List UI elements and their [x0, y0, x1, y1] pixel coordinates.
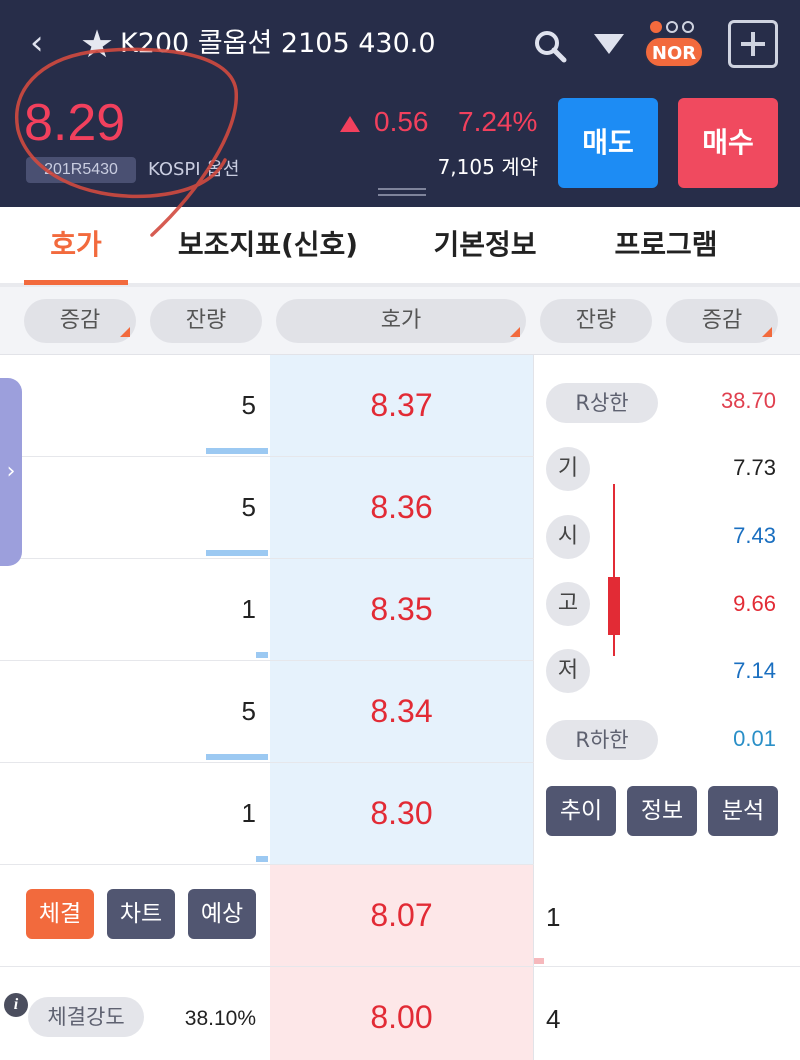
ask-quantity: 1	[241, 798, 256, 828]
mode-badge: NOR	[644, 36, 704, 68]
column-header-row: 증감 잔량 호가 잔량 증감	[0, 287, 800, 355]
tab-order-book[interactable]: 호가	[24, 207, 128, 285]
bid-quantity-bar	[534, 958, 544, 964]
sort-corner-icon	[510, 327, 520, 337]
lower-limit-value: 0.01	[733, 726, 776, 751]
trade-strength-value: 38.10%	[184, 1007, 256, 1030]
column-header-label: 증감	[59, 308, 101, 333]
header-qty-left: 잔량	[150, 299, 262, 343]
buy-button[interactable]: 매수	[678, 98, 778, 188]
mode-dots-icon	[650, 18, 698, 33]
prev-close-label: 기	[546, 447, 590, 491]
bid-quantity: 4	[546, 1004, 561, 1034]
ask-quantity: 1	[241, 594, 256, 624]
lower-limit-label: R하한	[546, 720, 658, 760]
column-header-label: 잔량	[185, 308, 227, 333]
ask-quantity: 5	[241, 492, 256, 522]
ask-price: 8.36	[370, 489, 433, 525]
ask-price: 8.35	[370, 591, 433, 627]
drag-handle-icon[interactable]	[378, 188, 426, 196]
mode-selector[interactable]: NOR	[644, 16, 704, 70]
ask-row[interactable]: 1 8.30	[0, 763, 534, 865]
bid-quantity: 1	[546, 902, 561, 932]
upper-limit-value: 38.70	[720, 388, 776, 413]
tab-basic-info[interactable]: 기본정보	[420, 207, 550, 285]
high-label: 고	[546, 582, 590, 626]
market-label: KOSPI 옵션	[148, 159, 240, 180]
ask-row[interactable]: 1 8.35	[0, 559, 534, 661]
bid-price: 8.07	[370, 897, 433, 933]
low-label: 저	[546, 649, 590, 693]
prev-close-value: 7.73	[733, 455, 776, 480]
app-header: ‹ ★ K200 콜옵션 2105 430.0 NOR 8.29 201R543…	[0, 0, 800, 207]
info-button[interactable]: 정보	[627, 786, 697, 836]
analysis-button[interactable]: 분석	[708, 786, 778, 836]
ask-price: 8.34	[370, 693, 433, 729]
ask-row[interactable]: 5 8.37	[0, 355, 534, 457]
ask-quantity-bar	[256, 652, 268, 658]
search-icon[interactable]	[532, 28, 568, 64]
ask-row[interactable]: 5 8.34	[0, 661, 534, 763]
sort-change-left[interactable]: 증감	[24, 299, 136, 343]
column-header-label: 증감	[701, 308, 743, 333]
price-change: 0.56	[374, 106, 429, 137]
trend-button[interactable]: 추이	[546, 786, 616, 836]
expand-panel-handle[interactable]: ›	[0, 378, 22, 566]
ask-price: 8.30	[370, 795, 433, 831]
tab-indicators[interactable]: 보조지표(신호)	[170, 207, 366, 285]
candle-body	[608, 577, 620, 635]
contract-volume: 7,105 계약	[437, 155, 538, 179]
sort-corner-icon	[762, 327, 772, 337]
column-header-label: 잔량	[575, 308, 617, 333]
expected-button[interactable]: 예상	[188, 889, 256, 939]
active-tab-indicator	[24, 280, 128, 285]
high-value: 9.66	[733, 591, 776, 616]
ask-quantity-bar	[206, 754, 268, 760]
ask-quantity-bar	[256, 856, 268, 862]
upper-limit-label: R상한	[546, 383, 658, 423]
sort-price[interactable]: 호가	[276, 299, 526, 343]
chart-button[interactable]: 차트	[107, 889, 175, 939]
ask-price: 8.37	[370, 387, 433, 423]
ask-quantity-bar	[206, 448, 268, 454]
ask-quantity: 5	[241, 696, 256, 726]
tab-bar: 호가 보조지표(신호) 기본정보 프로그램	[0, 207, 800, 287]
low-value: 7.14	[733, 658, 776, 683]
executions-button[interactable]: 체결	[26, 889, 94, 939]
sort-corner-icon	[120, 327, 130, 337]
ask-row[interactable]: 5 8.36	[0, 457, 534, 559]
ask-quantity: 5	[241, 390, 256, 420]
current-price: 8.29	[24, 94, 126, 152]
bid-price: 8.00	[370, 999, 433, 1035]
column-header-label: 호가	[380, 308, 422, 333]
ask-quantity-bar	[206, 550, 268, 556]
trade-strength-label: 체결강도	[28, 997, 144, 1037]
instrument-code-badge: 201R5430	[26, 157, 136, 183]
price-change-percent: 7.24%	[458, 106, 538, 137]
back-icon[interactable]: ‹	[30, 26, 58, 60]
dropdown-triangle-icon[interactable]	[592, 30, 626, 58]
up-arrow-icon	[340, 116, 360, 132]
add-button[interactable]	[728, 20, 778, 68]
sort-change-right[interactable]: 증감	[666, 299, 778, 343]
open-label: 시	[546, 515, 590, 559]
tab-program[interactable]: 프로그램	[602, 207, 730, 285]
sell-button[interactable]: 매도	[558, 98, 658, 188]
page-title[interactable]: K200 콜옵션 2105 430.0	[120, 26, 436, 62]
favorite-star-icon[interactable]: ★	[80, 24, 114, 64]
header-qty-right: 잔량	[540, 299, 652, 343]
open-value: 7.43	[733, 523, 776, 548]
info-icon[interactable]: i	[4, 993, 28, 1017]
